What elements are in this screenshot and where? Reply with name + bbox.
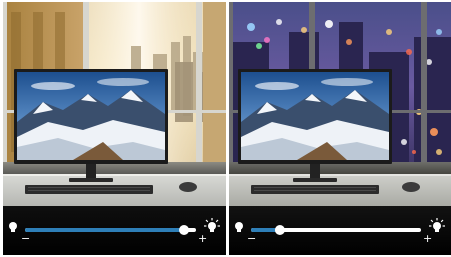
bulb-bright-icon bbox=[204, 218, 220, 232]
minus-label: − bbox=[247, 232, 256, 245]
mouse bbox=[179, 182, 197, 192]
plus-label: + bbox=[198, 232, 207, 245]
slider-knob[interactable] bbox=[274, 225, 285, 235]
brightness-slider[interactable]: − + bbox=[229, 206, 451, 255]
keyboard bbox=[25, 185, 153, 194]
bulb-dim-icon bbox=[9, 222, 17, 232]
slider-knob[interactable] bbox=[179, 225, 190, 235]
brightness-slider[interactable]: − + bbox=[3, 206, 226, 255]
keyboard bbox=[251, 185, 379, 194]
night-panel: − + bbox=[229, 2, 451, 255]
slider-fill bbox=[25, 228, 185, 232]
minus-label: − bbox=[21, 232, 30, 245]
daytime-panel: − + bbox=[3, 2, 226, 255]
bulb-bright-icon bbox=[429, 218, 445, 232]
plus-label: + bbox=[423, 232, 432, 245]
bulb-dim-icon bbox=[235, 222, 243, 232]
mouse bbox=[402, 182, 420, 192]
comparison-image: − + − + bbox=[0, 0, 451, 257]
